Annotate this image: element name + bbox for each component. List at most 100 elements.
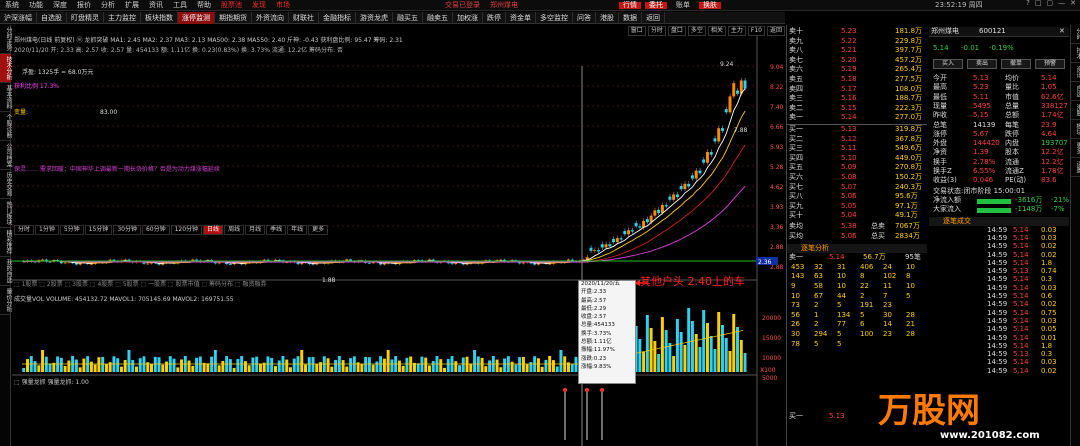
- left-tab[interactable]: 技术分析: [0, 54, 12, 83]
- menu-discover[interactable]: 发现: [247, 1, 271, 9]
- chart-tool-button[interactable]: F10: [747, 26, 765, 36]
- period-tab[interactable]: 日线: [203, 225, 224, 235]
- right-tab[interactable]: 自选: [1071, 82, 1080, 101]
- quote-button[interactable]: 行情: [619, 1, 641, 9]
- kline-chart[interactable]: 9.04 8.22 7.40 6.66 5.93 5.28 4.62 3.93 3.36 2.88…: [12, 36, 786, 446]
- tab-item[interactable]: 加权涨: [453, 11, 483, 24]
- tick-time: 14:59: [987, 308, 1008, 317]
- bill-button[interactable]: 账单: [671, 1, 695, 9]
- tab-item[interactable]: 返回: [642, 11, 665, 24]
- menu-tools[interactable]: 工具: [168, 1, 192, 9]
- period-tab[interactable]: 月线: [245, 225, 266, 235]
- left-tab[interactable]: 公司档案: [0, 141, 12, 170]
- tab-item[interactable]: 融卖五: [423, 11, 453, 24]
- volume-bar: [165, 361, 169, 372]
- volume-bar: [675, 319, 679, 372]
- period-tab[interactable]: 30分钟: [113, 225, 141, 235]
- close-icon[interactable]: ✕: [1059, 28, 1065, 35]
- alert-button[interactable]: 预警: [1035, 59, 1065, 69]
- tab-item[interactable]: 游资龙虎: [356, 11, 393, 24]
- buy-level-label: 买五: [789, 163, 803, 172]
- tick-price: 5.14: [1013, 250, 1029, 259]
- cancel-button[interactable]: 撤单: [1001, 59, 1031, 69]
- period-tab[interactable]: 周线: [224, 225, 245, 235]
- period-tab[interactable]: 季线: [266, 225, 287, 235]
- tab-item[interactable]: 多空监控: [536, 11, 573, 24]
- period-tab[interactable]: 60分钟: [141, 225, 170, 235]
- right-tab[interactable]: 设置: [1071, 158, 1080, 177]
- chart-tool-button[interactable]: 多空: [687, 26, 706, 36]
- tab-item[interactable]: 资金单: [506, 11, 536, 24]
- menu-quote[interactable]: 报价: [72, 1, 96, 9]
- menu-news[interactable]: 资讯: [144, 1, 168, 9]
- bottom-legend: ⬚ 1股票 ⬚ 2股票 ⬚ 3股票 ⬚ 4股票 ⬚ 5股票 ⬚ 一股票 ⬚ 股票…: [14, 281, 267, 288]
- right-tab[interactable]: 更多: [1071, 139, 1080, 158]
- tick-price: 5.14: [1013, 316, 1029, 325]
- chart-tool-button[interactable]: 主力: [727, 26, 746, 36]
- tick-price: 5.13: [1013, 350, 1029, 359]
- right-tab[interactable]: 分时: [1071, 25, 1080, 44]
- right-tab[interactable]: 板块: [1071, 120, 1080, 139]
- left-tab[interactable]: 我的自选: [0, 257, 12, 286]
- left-tab[interactable]: 热门板块: [0, 199, 12, 228]
- chart-tool-button[interactable]: 相关: [707, 26, 726, 36]
- menu-system[interactable]: 系统: [0, 1, 24, 9]
- tab-item[interactable]: 金融指标: [319, 11, 356, 24]
- sell-button[interactable]: 卖出: [967, 59, 997, 69]
- tab-item[interactable]: 涨停监测: [178, 11, 215, 24]
- buy-button[interactable]: 买入: [933, 59, 963, 69]
- close-icon[interactable]: ✕: [1070, 0, 1076, 7]
- bar-tooltip: 2020/11/20/五 开盘:2.33 最高:2.57 最低:2.29 收盘:2.57…: [578, 280, 636, 384]
- price-axis-label: 6.66: [770, 124, 784, 131]
- right-tab[interactable]: 港股: [1071, 101, 1080, 120]
- tab-item[interactable]: 外资流向: [252, 11, 289, 24]
- period-tab[interactable]: 更多: [308, 225, 329, 235]
- left-tab[interactable]: 精彩推荐: [0, 228, 12, 257]
- restore-icon[interactable]: □: [1035, 0, 1042, 7]
- tab-item[interactable]: 沪深涨幅: [0, 11, 37, 24]
- period-tab[interactable]: 1分钟: [35, 225, 59, 235]
- tab-item[interactable]: 期指期货: [215, 11, 252, 24]
- tab-item[interactable]: 财联社: [289, 11, 319, 24]
- skin-button[interactable]: 换肤: [699, 1, 721, 9]
- menu-function[interactable]: 功能: [24, 1, 48, 9]
- left-tab[interactable]: 个股诊断: [0, 112, 12, 141]
- left-tab[interactable]: 量价分析: [0, 286, 12, 315]
- chart-tool-button[interactable]: 盘口: [667, 26, 686, 36]
- minimize-icon[interactable]: —: [1058, 0, 1065, 7]
- period-tab[interactable]: 分时: [14, 225, 35, 235]
- tab-item[interactable]: 港股: [596, 11, 619, 24]
- volume-bar: [431, 360, 435, 372]
- period-tab[interactable]: 年线: [287, 225, 308, 235]
- menu-market[interactable]: 市场: [271, 1, 295, 9]
- tab-item[interactable]: 融买五: [393, 11, 423, 24]
- tab-item[interactable]: 跌停: [483, 11, 506, 24]
- menu-analysis[interactable]: 分析: [96, 1, 120, 9]
- left-tab[interactable]: 历史交易: [0, 170, 12, 199]
- right-tab[interactable]: 技术: [1071, 44, 1080, 63]
- menu-stockpool[interactable]: 股票池: [216, 1, 247, 9]
- left-tab[interactable]: 分时走势: [0, 25, 12, 54]
- chart-tool-button[interactable]: 窗口: [627, 26, 646, 36]
- left-tab[interactable]: 基本资料: [0, 83, 12, 112]
- right-tab[interactable]: 资讯: [1071, 63, 1080, 82]
- period-tab[interactable]: 120分钟: [170, 225, 203, 235]
- menu-depth[interactable]: 深度: [48, 1, 72, 9]
- menu-help[interactable]: 帮助: [192, 1, 216, 9]
- tab-item[interactable]: 主力监控: [104, 11, 141, 24]
- tab-item[interactable]: 盯盘精灵: [67, 11, 104, 24]
- deep-cell: 56: [791, 310, 800, 319]
- tab-item[interactable]: 板块指数: [141, 11, 178, 24]
- menu-extend[interactable]: 扩展: [120, 1, 144, 9]
- chart-tool-button[interactable]: 分时: [647, 26, 666, 36]
- tab-item[interactable]: 数据: [619, 11, 642, 24]
- period-tab[interactable]: 5分钟: [59, 225, 84, 235]
- tab-item[interactable]: 自选股: [37, 11, 67, 24]
- tab-item[interactable]: 问答: [573, 11, 596, 24]
- chart-tool-button[interactable]: 返回: [766, 26, 785, 36]
- order-button[interactable]: 委托: [645, 1, 667, 9]
- help-icon[interactable]: ?: [1026, 0, 1030, 7]
- maximize-icon[interactable]: ▢: [1047, 0, 1054, 7]
- period-tab[interactable]: 15分钟: [84, 225, 113, 235]
- deep-cell: 63: [814, 272, 823, 281]
